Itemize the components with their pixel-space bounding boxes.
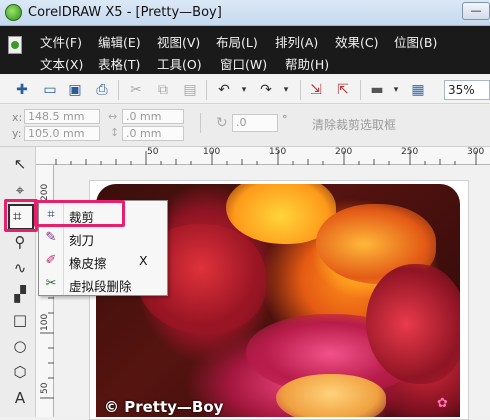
welcome-screen-icon[interactable]: ▦ (408, 80, 428, 100)
eraser-icon: ✐ (45, 253, 57, 268)
cut-icon[interactable]: ✂ (126, 80, 146, 100)
document-icon[interactable] (8, 36, 22, 54)
undo-icon[interactable]: ↶ (214, 80, 234, 100)
export-icon[interactable]: ⇱ (333, 80, 353, 100)
degree-symbol: ° (282, 113, 288, 126)
toolbar-separator (300, 80, 301, 100)
petal-shape (276, 374, 386, 417)
ruler-tick-label: 100 (40, 313, 50, 331)
paw-print-icon: ✿ (437, 396, 448, 411)
pick-tool-icon[interactable]: ↖ (9, 153, 31, 175)
ruler-tick-label: 250 (401, 147, 419, 157)
toolbox: ↖ ⌖ ⚲ ∿ ▞ □ ○ ⬡ A (0, 147, 36, 417)
ellipse-tool-icon[interactable]: ○ (9, 335, 31, 357)
x-position-field[interactable]: 148.5 mm (24, 109, 100, 124)
shortcut-key: X (139, 253, 148, 268)
import-icon[interactable]: ⇲ (306, 80, 326, 100)
rotate-icon: ↻ (216, 115, 228, 131)
copy-icon[interactable]: ⧉ (153, 80, 173, 100)
smart-fill-tool-icon[interactable]: ▞ (9, 283, 31, 305)
launcher-dropdown-icon[interactable]: ▾ (386, 80, 406, 100)
ruler-tick-label: 150 (269, 147, 287, 157)
freehand-tool-icon[interactable]: ∿ (9, 257, 31, 279)
zoom-level-field[interactable]: 35% (444, 80, 490, 100)
knife-icon: ✎ (45, 230, 57, 245)
virtual-delete-icon: ✂ (45, 276, 57, 291)
menu-bar: 文件(F) 编辑(E) 视图(V) 布局(L) 排列(A) 效果(C) 位图(B… (0, 26, 490, 74)
ruler-tick-label: 200 (40, 183, 50, 201)
menu-tools[interactable]: 工具(O) (157, 54, 202, 73)
toolbar-separator (118, 80, 119, 100)
menu-help[interactable]: 帮助(H) (285, 54, 329, 73)
photo-watermark: © Pretty—Boy (104, 398, 224, 416)
menu-view[interactable]: 视图(V) (157, 32, 200, 51)
flyout-item-label: 刻刀 (69, 233, 95, 248)
rectangle-tool-icon[interactable]: □ (9, 309, 31, 331)
x-label: x: (12, 111, 23, 124)
redo-dropdown-icon[interactable]: ▾ (276, 80, 296, 100)
menu-arrange[interactable]: 排列(A) (275, 32, 318, 51)
ruler-tick-label: 50 (40, 382, 50, 394)
menu-text[interactable]: 文本(X) (40, 54, 83, 73)
menu-effects[interactable]: 效果(C) (335, 32, 378, 51)
zoom-tool-icon[interactable]: ⚲ (9, 231, 31, 253)
flyout-item-knife[interactable]: ✎ 刻刀 (39, 227, 167, 249)
ruler-tick-label: 50 (147, 147, 159, 157)
highlight-box-crop-item (34, 200, 125, 227)
ruler-tick-label: 300 (467, 147, 485, 157)
flyout-item-virtual-segment-delete[interactable]: ✂ 虚拟段删除 (39, 273, 167, 295)
toolbar-separator (360, 80, 361, 100)
flyout-item-eraser[interactable]: ✐ 橡皮擦 X (39, 250, 167, 272)
menu-bitmaps[interactable]: 位图(B) (394, 32, 437, 51)
undo-dropdown-icon[interactable]: ▾ (234, 80, 254, 100)
flyout-item-label: 虚拟段删除 (69, 279, 132, 294)
shape-tool-icon[interactable]: ⌖ (9, 179, 31, 201)
new-document-icon[interactable]: ✚ (12, 80, 32, 100)
menu-layout[interactable]: 布局(L) (216, 32, 258, 51)
menu-window[interactable]: 窗口(W) (220, 54, 267, 73)
y-position-field[interactable]: 105.0 mm (24, 126, 100, 141)
paste-icon[interactable]: ▤ (180, 80, 200, 100)
standard-toolbar: ✚ ▭ ▣ ⎙ ✂ ⧉ ▤ ↶ ▾ ↷ ▾ ⇲ ⇱ ▬ ▾ ▦ 35% (0, 76, 490, 104)
window-title: CorelDRAW X5 - [Pretty—Boy] (28, 5, 222, 20)
ruler-ticks (55, 151, 477, 165)
width-field[interactable]: .0 mm (122, 109, 184, 124)
polygon-tool-icon[interactable]: ⬡ (9, 361, 31, 383)
clear-crop-marquee-button[interactable]: 清除裁剪选取框 (312, 116, 396, 133)
window-control-button[interactable]: — (462, 2, 490, 20)
property-bar: x: 148.5 mm y: 105.0 mm ↔ .0 mm ↕ .0 mm … (0, 105, 490, 147)
menu-table[interactable]: 表格(T) (98, 54, 140, 73)
ruler-tick-label: 100 (203, 147, 221, 157)
rotation-angle-field[interactable]: .0 (232, 114, 278, 132)
height-field[interactable]: .0 mm (122, 126, 184, 141)
save-icon[interactable]: ▣ (65, 80, 85, 100)
height-icon: ↕ (110, 126, 120, 139)
title-bar: CorelDRAW X5 - [Pretty—Boy] — (0, 0, 490, 26)
open-folder-icon[interactable]: ▭ (40, 80, 60, 100)
highlight-box-crop-tool (4, 199, 38, 232)
menu-file[interactable]: 文件(F) (40, 32, 82, 51)
propbar-separator (200, 113, 201, 133)
horizontal-ruler[interactable]: 50 100 150 200 250 300 (36, 147, 490, 165)
ruler-tick-label: 200 (335, 147, 353, 157)
menu-edit[interactable]: 编辑(E) (98, 32, 141, 51)
width-icon: ↔ (108, 110, 118, 123)
flyout-item-label: 橡皮擦 (69, 256, 107, 271)
text-tool-icon[interactable]: A (9, 387, 31, 409)
print-icon[interactable]: ⎙ (92, 80, 112, 100)
application-launcher-icon[interactable]: ▬ (367, 80, 387, 100)
y-label: y: (12, 127, 22, 140)
redo-icon[interactable]: ↷ (256, 80, 276, 100)
coreldraw-app-icon[interactable] (5, 4, 22, 21)
toolbar-separator (206, 80, 207, 100)
